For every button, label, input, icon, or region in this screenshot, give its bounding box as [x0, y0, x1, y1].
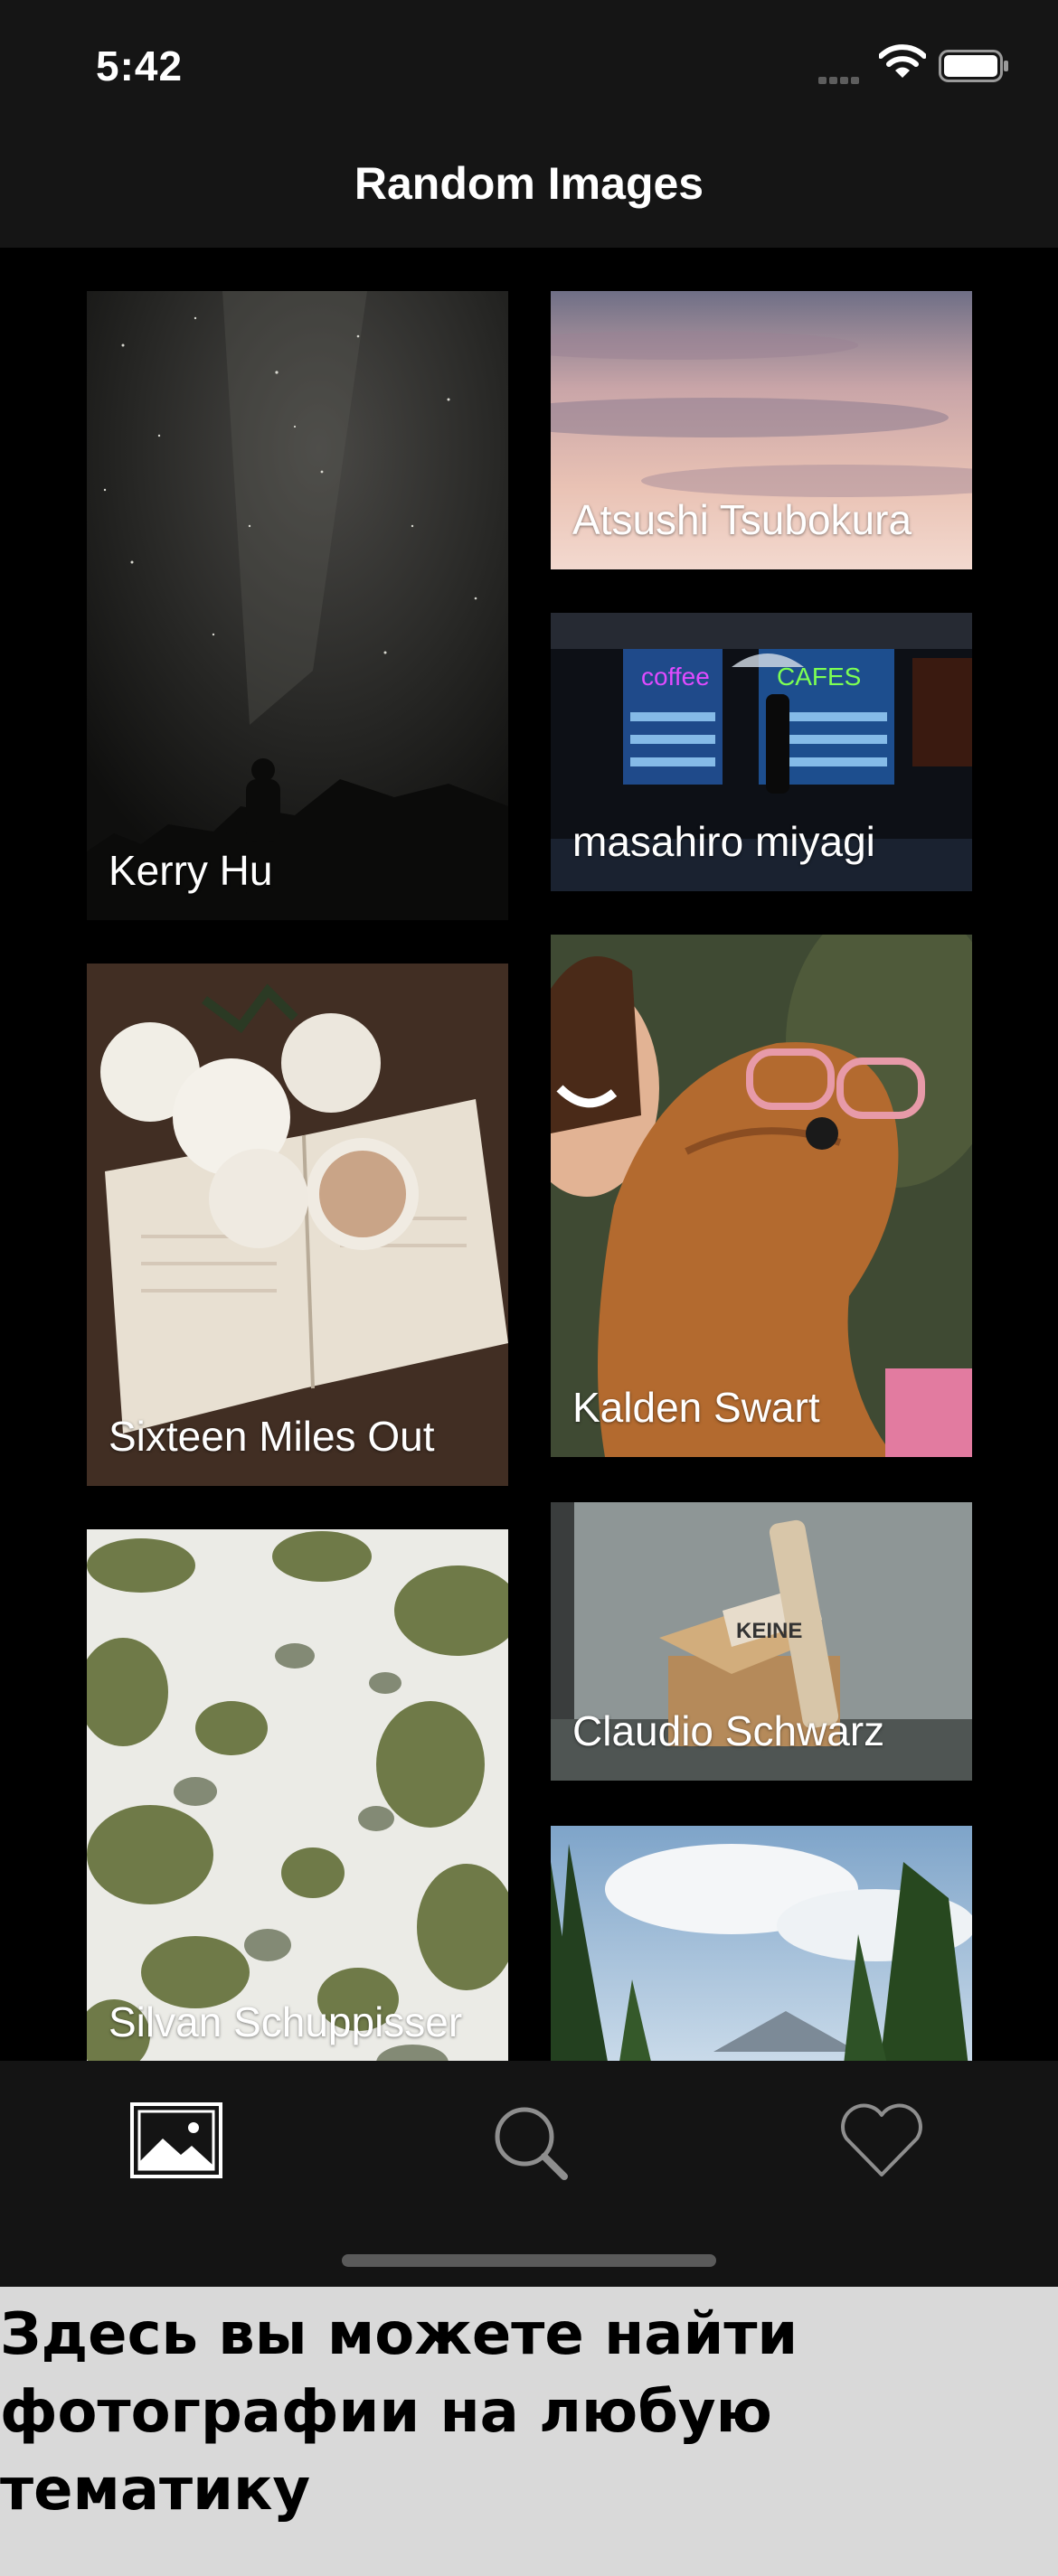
photo-card[interactable]: Kerry Hu	[87, 291, 508, 920]
svg-text:KEINE: KEINE	[736, 1619, 802, 1643]
photo-author: Silvan Schuppisser	[109, 1998, 463, 2045]
photo-image	[551, 935, 972, 1457]
photo-card[interactable]: Kalden Swart	[551, 935, 972, 1457]
photo-image	[87, 964, 508, 1486]
battery-icon	[939, 50, 1008, 82]
photo-image	[87, 1529, 508, 2061]
photo-author: Kerry Hu	[109, 847, 273, 894]
photo-author: Atsushi Tsubokura	[572, 496, 912, 543]
photo-author: Claudio Schwarz	[572, 1707, 885, 1754]
navigation-bar: Random Images	[0, 136, 1058, 248]
heart-icon	[841, 2103, 922, 2176]
cellular-signal-icon	[818, 72, 865, 84]
photo-card[interactable]: Silvan Schuppisser	[87, 1529, 508, 2061]
photo-image	[87, 291, 508, 920]
photo-author: Kalden Swart	[572, 1384, 820, 1431]
wifi-icon	[879, 44, 926, 78]
photo-card[interactable]: coffee CAFES masahiro miyagi	[551, 613, 972, 891]
svg-text:coffee: coffee	[641, 663, 710, 691]
tab-search[interactable]	[479, 2095, 579, 2186]
home-indicator[interactable]	[342, 2254, 716, 2267]
photo-author: Sixteen Miles Out	[109, 1413, 435, 1460]
photo-grid[interactable]: Kerry Hu Atsushi Tsubokura coffee CAFES	[0, 248, 1058, 2061]
photo-card[interactable]	[551, 1826, 972, 2061]
caption-text: Здесь вы можете найти фотографии на любу…	[0, 2301, 798, 2524]
photo-card[interactable]: KEINE Claudio Schwarz	[551, 1502, 972, 1781]
photo-image	[551, 1826, 972, 2061]
tab-bar	[0, 2061, 1058, 2287]
status-time: 5:42	[96, 42, 184, 89]
page-title: Random Images	[354, 158, 704, 209]
tab-gallery[interactable]	[127, 2095, 226, 2186]
photo-author: masahiro miyagi	[572, 818, 875, 865]
status-bar: 5:42	[0, 0, 1058, 136]
tab-favorites[interactable]	[832, 2095, 931, 2186]
caption-panel: Здесь вы можете найти фотографии на любу…	[0, 2287, 1058, 2576]
photo-icon	[130, 2102, 222, 2178]
photo-card[interactable]: Sixteen Miles Out	[87, 964, 508, 1486]
photo-card[interactable]: Atsushi Tsubokura	[551, 291, 972, 569]
search-icon	[495, 2107, 568, 2180]
